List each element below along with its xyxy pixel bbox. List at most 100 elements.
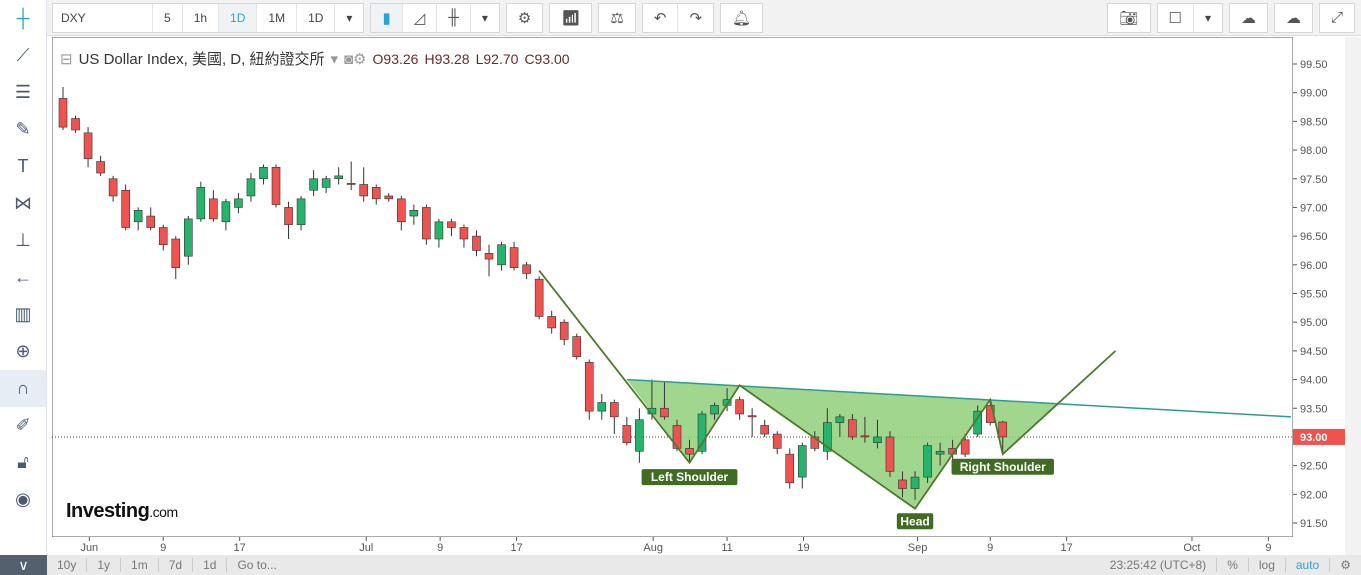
range-1m[interactable]: 1m xyxy=(121,558,159,572)
candle-body xyxy=(935,450,945,455)
area-chart-icon[interactable]: ◿ xyxy=(403,3,438,32)
candle-body xyxy=(196,187,206,220)
candle-body xyxy=(209,198,218,220)
chevron-down-icon[interactable]: ▾ xyxy=(330,50,338,68)
candle-body xyxy=(584,362,594,412)
clock: 23:25:42 (UTC+8) xyxy=(1100,558,1218,572)
auto-toggle[interactable]: auto xyxy=(1286,558,1331,572)
range-7d[interactable]: 7d xyxy=(159,558,194,572)
magnet-icon[interactable]: ∩ xyxy=(0,370,46,407)
eye-icon[interactable]: ◉ xyxy=(0,481,46,518)
time-tick-label: 17 xyxy=(234,542,246,554)
time-tick-label: 9 xyxy=(1265,542,1271,554)
candle-body xyxy=(371,187,381,200)
candle-body xyxy=(71,118,80,131)
cloud-download-icon[interactable]: ☁ xyxy=(1230,4,1267,32)
indicators-icon[interactable]: 📶︎ xyxy=(550,4,591,32)
bars-icon[interactable]: ╫ xyxy=(437,3,471,32)
candle xyxy=(923,442,932,483)
bottom-bar: 10y 1y 1m 7d 1d Go to... 23:25:42 (UTC+8… xyxy=(47,555,1361,575)
interval-1d[interactable]: 1D xyxy=(219,3,258,32)
range-1y[interactable]: 1y xyxy=(87,558,122,572)
candle xyxy=(885,431,895,478)
plot-area xyxy=(52,37,1294,538)
legend-open: O93.26 xyxy=(372,50,419,67)
candle xyxy=(196,181,206,222)
brush-icon[interactable]: ✎ xyxy=(0,111,46,148)
candle-body xyxy=(246,178,256,197)
candle-body xyxy=(334,175,343,180)
time-tick-label: 19 xyxy=(797,542,809,554)
candle-body xyxy=(885,436,895,472)
candle-body xyxy=(998,421,1008,438)
candle-body xyxy=(184,218,193,257)
redo-icon[interactable]: ↷ xyxy=(678,4,713,32)
time-tick-label: 9 xyxy=(160,542,166,554)
fullscreen-icon[interactable]: ⤢ xyxy=(1320,4,1354,32)
symbol-input[interactable]: DXY xyxy=(53,3,153,32)
candle-body xyxy=(459,227,469,240)
candle-body xyxy=(559,321,569,340)
add-alert-icon[interactable]: 🔔︎ xyxy=(721,4,762,32)
candle-body xyxy=(384,195,394,200)
chevron-down-icon[interactable]: ▾ xyxy=(1194,4,1222,32)
gear-icon[interactable]: ⚙ xyxy=(1330,558,1361,572)
measure-icon[interactable]: ⊥ xyxy=(0,222,46,259)
candle-body xyxy=(635,419,644,452)
layout-icon[interactable]: ☐ xyxy=(1158,3,1194,32)
text-icon[interactable]: T xyxy=(0,148,46,185)
candle-body xyxy=(547,316,556,329)
camera-icon[interactable]: 📷︎ xyxy=(1108,4,1149,32)
candle-body xyxy=(397,198,406,223)
price-chart[interactable]: 99.50 99.00 98.50 98.00 97.50 97.00 96.50 96.00… xyxy=(52,37,1345,555)
range-10y[interactable]: 10y xyxy=(47,558,88,572)
candle xyxy=(584,359,594,420)
candle-body xyxy=(772,433,782,449)
time-tick-label: 11 xyxy=(721,542,732,554)
chevron-down-icon[interactable]: ▾ xyxy=(335,4,363,32)
compare-scale-icon[interactable]: ⚖ xyxy=(599,4,634,32)
interval-dropdown[interactable]: 1D xyxy=(297,3,336,32)
undo-icon[interactable]: ↶ xyxy=(643,3,679,32)
range-1d[interactable]: 1d xyxy=(193,558,228,572)
investing-logo: Investing.com xyxy=(66,500,178,522)
interval-5[interactable]: 5 xyxy=(153,3,183,32)
candle xyxy=(71,115,80,133)
legend-close: C93.00 xyxy=(524,50,570,67)
candle-body xyxy=(522,264,531,274)
lock-icon[interactable]: 🔓︎ xyxy=(0,444,46,481)
price-tick-label: 95.00 xyxy=(1300,317,1328,329)
percent-toggle[interactable]: % xyxy=(1217,558,1249,572)
trend-line-icon[interactable]: ⟋ xyxy=(0,37,46,74)
interval-1h[interactable]: 1h xyxy=(183,3,220,32)
candle xyxy=(534,276,544,320)
log-toggle[interactable]: log xyxy=(1249,558,1286,572)
pattern-label: Head xyxy=(900,514,929,528)
go-to-button[interactable]: Go to... xyxy=(227,558,286,572)
pattern-icon[interactable]: ⋈ xyxy=(0,185,46,222)
candle-body xyxy=(923,445,932,478)
chevron-down-icon[interactable]: ▾ xyxy=(471,4,499,32)
price-tick-label: 97.00 xyxy=(1300,202,1328,214)
zoom-icon[interactable]: ⊕ xyxy=(0,333,46,370)
candle-body xyxy=(296,198,306,225)
time-tick-label: 17 xyxy=(510,542,522,554)
candles-icon[interactable]: ▮ xyxy=(371,3,403,32)
candle-body xyxy=(622,425,632,443)
interval-1m[interactable]: 1M xyxy=(257,3,298,32)
gear-icon[interactable]: ⚙ xyxy=(507,4,542,32)
candle xyxy=(422,204,431,245)
lock-drawing-icon[interactable]: ✐ xyxy=(0,407,46,444)
cloud-upload-icon[interactable]: ☁ xyxy=(1275,4,1312,32)
indicators-icon[interactable]: ▥ xyxy=(0,296,46,333)
candle-body xyxy=(108,178,118,197)
right-strip xyxy=(1345,37,1361,555)
back-arrow-icon[interactable]: ← xyxy=(0,259,46,296)
horizontal-lines-icon[interactable]: ☰ xyxy=(0,74,46,111)
collapse-icon[interactable]: ⊟ xyxy=(60,50,73,68)
crosshair-icon[interactable]: ┼ xyxy=(0,0,46,37)
collapse-chevron-icon[interactable]: ∨ xyxy=(0,555,47,575)
candle-body xyxy=(83,132,93,159)
settings-icon[interactable]: ◙⚙ xyxy=(344,50,367,68)
candle-body xyxy=(572,336,582,357)
